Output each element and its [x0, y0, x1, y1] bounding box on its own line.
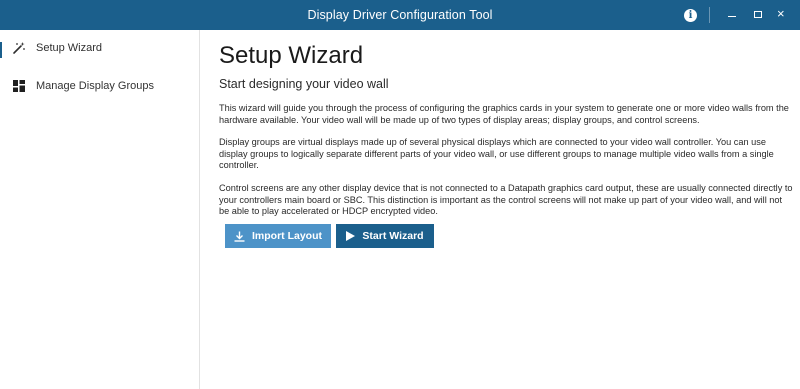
sidebar-item-label: Setup Wizard [36, 42, 103, 54]
minimize-icon [728, 16, 736, 17]
window-controls: i × [684, 0, 800, 30]
start-wizard-button[interactable]: Start Wizard [336, 224, 434, 248]
page-subtitle: Start designing your video wall [219, 77, 389, 91]
minimize-button[interactable] [722, 0, 744, 30]
play-icon [346, 231, 356, 241]
start-wizard-label: Start Wizard [362, 230, 424, 242]
close-icon: × [777, 6, 785, 21]
import-layout-label: Import Layout [252, 230, 322, 242]
import-layout-button[interactable]: Import Layout [225, 224, 331, 248]
title-bar: Display Driver Configuration Tool i × [0, 0, 800, 30]
info-icon[interactable]: i [684, 8, 697, 22]
intro-paragraph: This wizard will guide you through the p… [219, 103, 789, 125]
wand-icon [13, 42, 25, 54]
titlebar-separator [709, 7, 710, 23]
grid-icon [13, 80, 25, 92]
window-title: Display Driver Configuration Tool [307, 8, 493, 22]
sidebar: Setup Wizard Manage Display Groups [0, 30, 200, 389]
close-button[interactable]: × [774, 0, 796, 30]
maximize-icon [754, 11, 762, 18]
download-icon [234, 231, 245, 242]
action-buttons: Import Layout Start Wizard [225, 224, 434, 248]
sidebar-item-label: Manage Display Groups [36, 80, 155, 92]
maximize-button[interactable] [748, 0, 770, 30]
page-title: Setup Wizard [219, 42, 364, 69]
sidebar-item-manage-display-groups[interactable]: Manage Display Groups [0, 71, 200, 101]
sidebar-item-setup-wizard[interactable]: Setup Wizard [0, 33, 200, 63]
display-groups-paragraph: Display groups are virtual displays made… [219, 137, 774, 171]
control-screens-paragraph: Control screens are any other display de… [219, 183, 793, 217]
